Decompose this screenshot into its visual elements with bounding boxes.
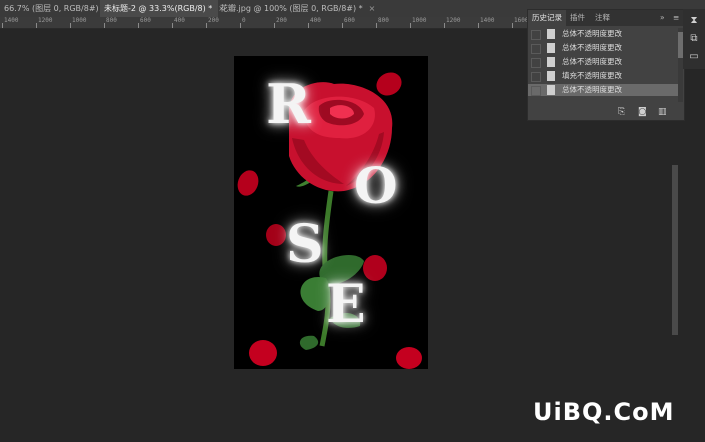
history-item[interactable]: 总体不透明度更改 — [528, 42, 678, 54]
ruler-tick-label: 1400 — [4, 17, 19, 24]
history-item[interactable]: 填充不透明度更改 — [528, 70, 678, 82]
ruler-tick-mark — [478, 23, 479, 28]
tab-document-1[interactable]: 66.7% (图层 0, RGB/8#) *× — [0, 0, 118, 17]
letter-s: S — [286, 214, 324, 275]
ruler-tick-mark — [70, 23, 71, 28]
tab-label: 未标题-2 @ 33.3%(RGB/8) * — [104, 4, 213, 13]
tab-label: 66.7% (图层 0, RGB/8#) * — [4, 4, 106, 13]
panel-footer: ⎘ ◙ ▥ — [528, 104, 684, 120]
panel-collapse-icon[interactable]: » — [660, 10, 665, 26]
panel-tab-bar: 历史记录 插件 注释 » ≡ — [528, 10, 684, 26]
tab-close-icon[interactable]: × — [369, 4, 376, 13]
history-item-label: 总体不透明度更改 — [562, 43, 622, 52]
ruler-tick-mark — [410, 23, 411, 28]
ruler-tick-mark — [104, 23, 105, 28]
ruler-tick-label: 600 — [344, 17, 355, 24]
right-icon-strip: ⧗ ⧉ ▭ — [683, 9, 705, 69]
ruler-tick-mark — [342, 23, 343, 28]
ruler-tick-mark — [376, 23, 377, 28]
history-snapshot-checkbox[interactable] — [531, 58, 541, 68]
petal-5 — [249, 340, 277, 366]
letter-o: O — [354, 156, 398, 215]
ruler-tick-mark — [240, 23, 241, 28]
trash-icon[interactable]: ▥ — [658, 107, 667, 117]
ruler-tick-label: 400 — [310, 17, 321, 24]
tab-label: 花瓣.jpg @ 100% (图层 0, RGB/8#) * — [220, 4, 363, 13]
tab-notes[interactable]: 注释 — [595, 10, 610, 26]
ruler-tick-mark — [172, 23, 173, 28]
ruler-tick-label: 200 — [208, 17, 219, 24]
history-icon[interactable]: ⧗ — [688, 15, 700, 27]
ruler-tick-label: 1000 — [72, 17, 87, 24]
history-state-icon — [547, 29, 555, 39]
canvas-vertical-scrollbar[interactable] — [672, 165, 678, 335]
history-item[interactable]: 总体不透明度更改 — [528, 28, 678, 40]
camera-icon[interactable]: ◙ — [638, 107, 647, 117]
ruler-tick-mark — [206, 23, 207, 28]
panel-menu-icon[interactable]: ≡ — [673, 10, 679, 26]
document-canvas[interactable]: R O S E — [234, 56, 428, 369]
tab-document-3[interactable]: 花瓣.jpg @ 100% (图层 0, RGB/8#) * × — [216, 0, 375, 17]
ruler-tick-mark — [308, 23, 309, 28]
letter-r: R — [266, 72, 311, 136]
ruler-tick-label: 200 — [276, 17, 287, 24]
history-state-icon — [547, 57, 555, 67]
ruler-tick-mark — [36, 23, 37, 28]
history-state-icon — [547, 71, 555, 81]
ruler-tick-label: 1400 — [480, 17, 495, 24]
history-item-label: 填充不透明度更改 — [562, 71, 622, 80]
ruler-tick-label: 400 — [174, 17, 185, 24]
comment-icon[interactable]: ▭ — [688, 51, 700, 63]
history-item[interactable]: 总体不透明度更改 — [528, 56, 678, 68]
watermark-logo: UiBQ.CoM — [533, 398, 675, 426]
petal-4 — [363, 255, 387, 281]
history-snapshot-checkbox[interactable] — [531, 44, 541, 54]
history-snapshot-checkbox[interactable] — [531, 72, 541, 82]
history-state-icon — [547, 43, 555, 53]
history-item-label: 总体不透明度更改 — [562, 29, 622, 38]
history-state-icon — [547, 85, 555, 95]
tab-document-2-active[interactable]: 未标题-2 @ 33.3%(RGB/8) * × — [100, 0, 225, 17]
history-snapshot-checkbox[interactable] — [531, 30, 541, 40]
ruler-tick-label: 600 — [140, 17, 151, 24]
history-item-label: 总体不透明度更改 — [562, 57, 622, 66]
petal-2 — [237, 170, 259, 196]
ruler-tick-label: 1000 — [412, 17, 427, 24]
tab-history[interactable]: 历史记录 — [528, 10, 566, 26]
history-snapshot-checkbox[interactable] — [531, 86, 541, 96]
ruler-tick-label: 1200 — [38, 17, 53, 24]
plugins-icon[interactable]: ⧉ — [688, 33, 700, 45]
ruler-tick-label: 1200 — [446, 17, 461, 24]
leaf-4 — [299, 335, 319, 350]
history-item-label: 总体不透明度更改 — [562, 85, 622, 94]
petal-3 — [266, 224, 286, 246]
ruler-tick-mark — [444, 23, 445, 28]
history-panel: 历史记录 插件 注释 » ≡ 总体不透明度更改 总体不透明度更改 总体不透明度更改填… — [527, 9, 685, 121]
letter-e: E — [326, 274, 366, 335]
tab-plugins[interactable]: 插件 — [570, 10, 585, 26]
new-document-icon[interactable]: ⎘ — [618, 107, 625, 117]
petal-6 — [396, 347, 422, 369]
ruler-tick-label: 800 — [106, 17, 117, 24]
ruler-tick-mark — [274, 23, 275, 28]
ruler-tick-mark — [512, 23, 513, 28]
ruler-tick-label: 800 — [378, 17, 389, 24]
ruler-tick-mark — [2, 23, 3, 28]
ruler-tick-mark — [138, 23, 139, 28]
ruler-tick-label: 0 — [242, 17, 246, 24]
history-item[interactable]: 总体不透明度更改 — [528, 84, 678, 96]
